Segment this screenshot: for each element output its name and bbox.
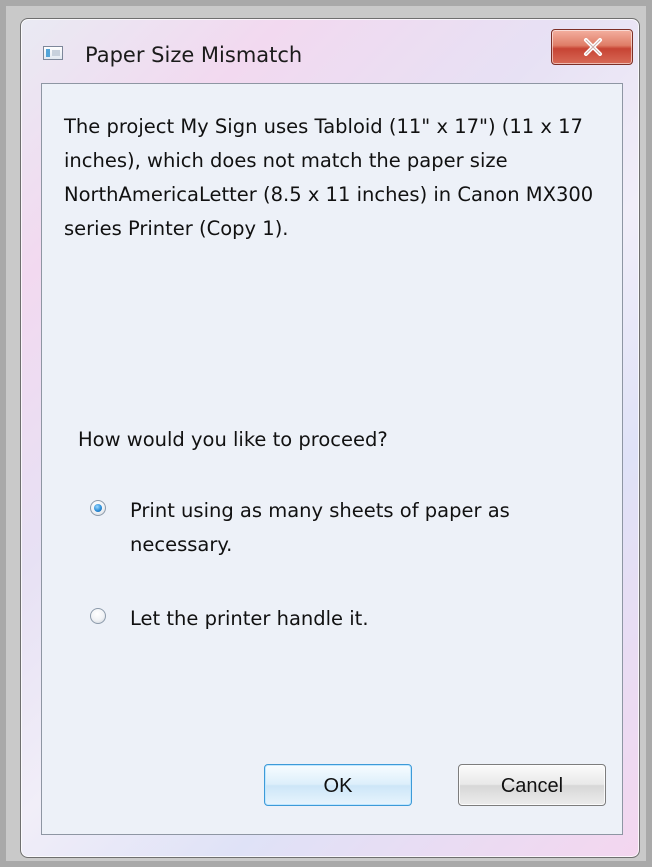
printer-handle-option[interactable]: Let the printer handle it. xyxy=(90,602,550,636)
paper-size-mismatch-dialog: Paper Size Mismatch The project My Sign … xyxy=(20,18,640,858)
cancel-button[interactable]: Cancel xyxy=(458,764,606,806)
printer-handle-label[interactable]: Let the printer handle it. xyxy=(130,602,550,636)
print-multiple-sheets-radio[interactable] xyxy=(90,500,106,516)
proceed-question: How would you like to proceed? xyxy=(78,428,388,451)
print-multiple-sheets-option[interactable]: Print using as many sheets of paper as n… xyxy=(90,494,550,562)
mismatch-message: The project My Sign uses Tabloid (11" x … xyxy=(64,115,594,240)
printer-handle-radio[interactable] xyxy=(90,608,106,624)
print-multiple-sheets-label[interactable]: Print using as many sheets of paper as n… xyxy=(130,494,550,562)
dialog-icon xyxy=(43,46,63,60)
title-bar[interactable]: Paper Size Mismatch xyxy=(21,19,639,81)
dialog-content: The project My Sign uses Tabloid (11" x … xyxy=(41,83,623,835)
window-title: Paper Size Mismatch xyxy=(85,43,303,67)
close-icon xyxy=(584,38,602,56)
close-button[interactable] xyxy=(551,29,633,65)
screen-background: Paper Size Mismatch The project My Sign … xyxy=(0,0,652,867)
ok-button[interactable]: OK xyxy=(264,764,412,806)
